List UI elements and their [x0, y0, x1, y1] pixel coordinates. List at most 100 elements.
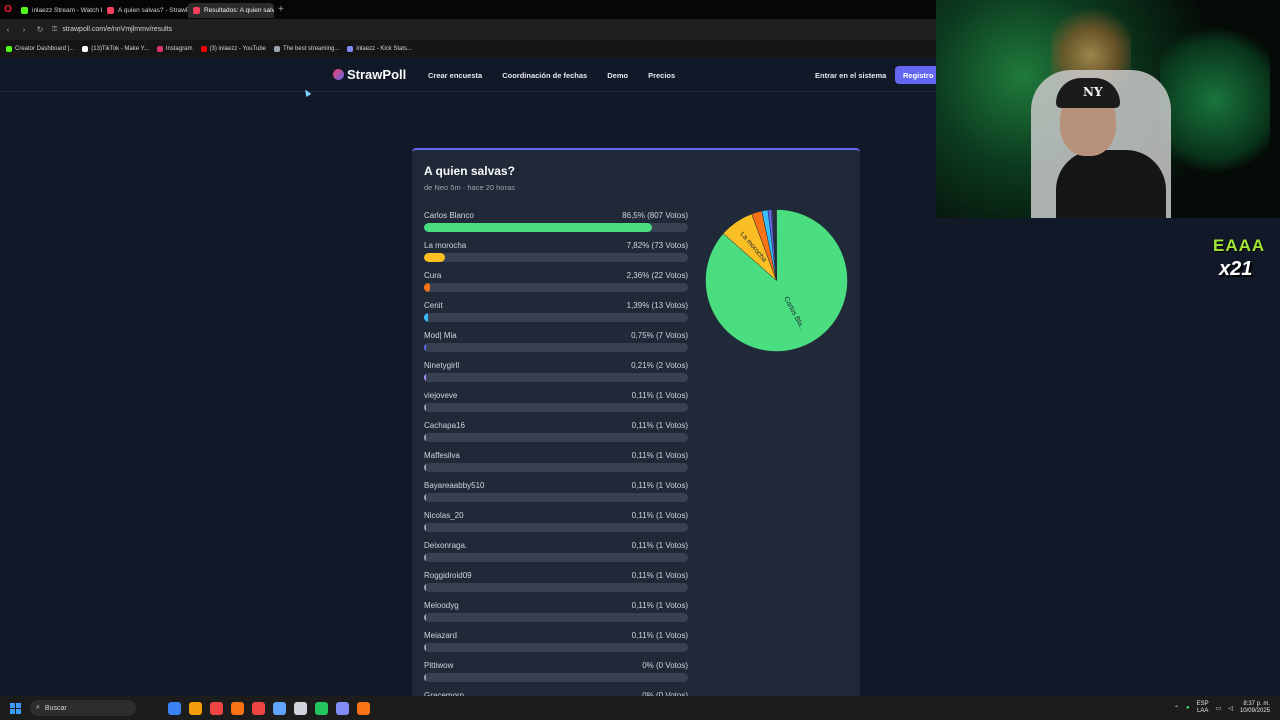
option-stat: 0,11% (1 Votos) [631, 451, 688, 460]
opera-logo-icon[interactable]: O [0, 0, 16, 19]
strawpoll-logo[interactable]: StrawPoll [333, 67, 406, 82]
option-bar-track [424, 313, 688, 322]
option-stat: 0,11% (1 Votos) [631, 511, 688, 520]
option-bar-track [424, 433, 688, 442]
bookmark-item[interactable]: The best streaming... [274, 46, 339, 52]
tray-chevron-icon[interactable]: ⌃ [1174, 705, 1179, 712]
volume-icon[interactable]: ◁ [1228, 705, 1233, 712]
reload-icon[interactable]: ↻ [32, 25, 48, 34]
lock-icon: ⚿ [52, 25, 58, 33]
option-bar-fill [424, 583, 426, 592]
taskbar-app-icon[interactable] [231, 701, 244, 715]
nav-link[interactable]: Precios [648, 71, 675, 80]
windows-icon [9, 702, 21, 714]
poll-option: La morocha 7,82% (73 Votos) [424, 240, 688, 270]
poll-option: Pittiwow 0% (0 Votos) [424, 660, 688, 690]
option-label: Deixonraga. [424, 541, 468, 550]
taskbar-app-icon[interactable] [336, 701, 349, 715]
browser-tab[interactable]: Resultados: A quien salva [188, 3, 274, 18]
option-stat: 0,11% (1 Votos) [631, 571, 688, 580]
bookmark-item[interactable]: Creator Dashboard |... [6, 46, 74, 52]
forward-icon[interactable]: › [16, 25, 32, 34]
webcam-background-light [1160, 20, 1270, 180]
taskbar-app-icon[interactable] [273, 701, 286, 715]
start-button[interactable] [0, 702, 30, 714]
option-bar-track [424, 463, 688, 472]
option-bar-track [424, 643, 688, 652]
bookmark-item[interactable]: inlaezz - Kick Stats... [347, 46, 412, 52]
nav-link[interactable]: Crear encuesta [428, 71, 482, 80]
option-label: Roggidroid09 [424, 571, 472, 580]
back-icon[interactable]: ‹ [0, 25, 16, 34]
option-label: Carlos Blanco [424, 211, 474, 220]
option-bar-fill [424, 613, 426, 622]
poll-option: Deixonraga. 0,11% (1 Votos) [424, 540, 688, 570]
option-label: Meiazard [424, 631, 457, 640]
bookmark-label: (13)TikTok - Make Y... [91, 46, 149, 52]
option-bar-fill [424, 433, 426, 442]
logo-text: StrawPoll [347, 67, 407, 82]
option-bar-track [424, 403, 688, 412]
poll-option: Cura 2,36% (22 Votos) [424, 270, 688, 300]
option-stat: 2,36% (22 Votos) [626, 271, 688, 280]
clock-time: 8:37 p. m. [1243, 701, 1270, 707]
tab-title: A quien salvas? - StrawPo [118, 7, 188, 14]
option-bar-fill [424, 673, 426, 682]
bookmark-item[interactable]: (3) inlaezz - YouTube [200, 46, 266, 52]
option-label: Meloodyg [424, 601, 459, 610]
option-bar-fill [424, 493, 426, 502]
login-link[interactable]: Entrar en el sistema [815, 71, 886, 80]
option-bar-track [424, 553, 688, 562]
tab-favicon-icon [193, 7, 200, 14]
url-field[interactable]: ⚿ strawpoll.com/e/nnVmjlmmv/results [52, 26, 172, 34]
register-button[interactable]: Registro [895, 66, 937, 84]
taskbar-app-icon[interactable] [189, 701, 202, 715]
option-stat: 0,11% (1 Votos) [631, 601, 688, 610]
option-label: Maffesilva [424, 451, 460, 460]
option-bar-track [424, 583, 688, 592]
bookmark-favicon-icon [347, 46, 354, 52]
taskbar-search[interactable]: ⌕ Buscar [30, 700, 136, 716]
taskbar-app-icon[interactable] [168, 701, 181, 715]
option-label: Pittiwow [424, 661, 454, 670]
option-bar-track [424, 493, 688, 502]
language-indicator[interactable]: ESP LAA [1197, 701, 1209, 715]
webcam-person-body [1056, 150, 1166, 218]
new-tab-icon[interactable]: + [274, 4, 284, 15]
poll-option: Carlos Blanco 86,5% (807 Votos) [424, 210, 688, 240]
strawpoll-logo-icon [333, 69, 344, 80]
taskbar-app-icon[interactable] [294, 701, 307, 715]
search-placeholder: Buscar [44, 704, 67, 712]
option-stat: 0,11% (1 Votos) [631, 481, 688, 490]
url-text: strawpoll.com/e/nnVmjlmmv/results [62, 26, 173, 33]
option-label: Mod| Mia [424, 331, 457, 340]
tab-favicon-icon [107, 7, 114, 14]
bookmark-label: inlaezz - Kick Stats... [356, 46, 413, 52]
poll-option: Roggidroid09 0,11% (1 Votos) [424, 570, 688, 600]
taskbar-app-icon[interactable] [252, 701, 265, 715]
clock[interactable]: 8:37 p. m. 10/09/2025 [1240, 701, 1270, 715]
bookmark-item[interactable]: (13)TikTok - Make Y... [82, 46, 149, 52]
taskbar-app-icon[interactable] [315, 701, 328, 715]
option-stat: 0,11% (1 Votos) [631, 631, 688, 640]
option-bar-fill [424, 463, 426, 472]
nav-link[interactable]: Demo [607, 71, 628, 80]
option-stat: 0,11% (1 Votos) [631, 541, 688, 550]
poll-meta: de Neo 5m · hace 20 horas [424, 183, 515, 192]
mic-icon[interactable]: ● [1186, 705, 1190, 711]
browser-tab[interactable]: A quien salvas? - StrawPo [102, 3, 188, 18]
option-bar-fill [424, 403, 426, 412]
poll-option: Maffesilva 0,11% (1 Votos) [424, 450, 688, 480]
taskbar: ⌕ Buscar ⌃ ● ESP LAA ▭ ◁ 8:37 p. m. 10/0… [0, 696, 1280, 720]
taskbar-app-icon[interactable] [357, 701, 370, 715]
option-bar-track [424, 253, 688, 262]
browser-tab[interactable]: inlaezz Stream - Watch Li [16, 3, 102, 18]
network-icon[interactable]: ▭ [1216, 705, 1222, 712]
bookmark-favicon-icon [200, 46, 207, 52]
bookmark-item[interactable]: Instagram [156, 46, 193, 52]
poll-option: Bayareaabby510 0,11% (1 Votos) [424, 480, 688, 510]
option-bar-fill [424, 343, 426, 352]
nav-link[interactable]: Coordinación de fechas [502, 71, 587, 80]
poll-option: Ninetygirll 0,21% (2 Votos) [424, 360, 688, 390]
taskbar-app-icon[interactable] [210, 701, 223, 715]
